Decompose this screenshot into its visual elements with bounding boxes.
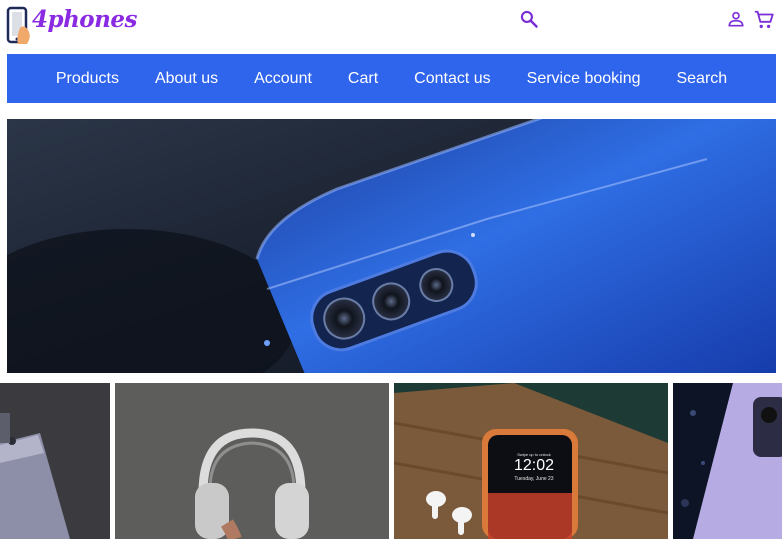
nav-about-us[interactable]: About us [137,70,236,88]
nav-cart[interactable]: Cart [330,70,396,88]
phone-hand-logo-icon [6,6,30,44]
product-tile-headphones[interactable] [115,383,389,539]
nav-products[interactable]: Products [38,70,137,88]
silver-phone-image [0,383,110,539]
product-tile-purple-phone[interactable] [673,383,782,539]
logo-wordmark: 4phones [32,6,137,33]
hero-banner-image [7,119,776,373]
site-header: 4phones [0,0,782,54]
nav-search[interactable]: Search [658,70,745,88]
search-button[interactable] [518,8,540,30]
product-tiles: Swipe up to unlock 12:02 Tuesday, June 2… [0,383,782,539]
nav-service-booking[interactable]: Service booking [509,70,659,88]
cart-button[interactable] [752,8,776,32]
account-button[interactable] [725,8,747,30]
main-nav: Products About us Account Cart Contact u… [7,54,776,103]
headphones-image [115,383,389,539]
earbuds-image [426,491,472,535]
search-icon [520,10,538,28]
purple-phone-image [673,383,782,539]
product-tile-silver-phone[interactable] [0,383,110,539]
product-tile-phone-earbuds[interactable]: Swipe up to unlock 12:02 Tuesday, June 2… [394,383,668,539]
cart-icon [754,10,774,29]
account-icon [728,11,744,27]
nav-contact-us[interactable]: Contact us [396,70,508,88]
site-logo[interactable]: 4phones [6,6,137,46]
nav-account[interactable]: Account [236,70,330,88]
